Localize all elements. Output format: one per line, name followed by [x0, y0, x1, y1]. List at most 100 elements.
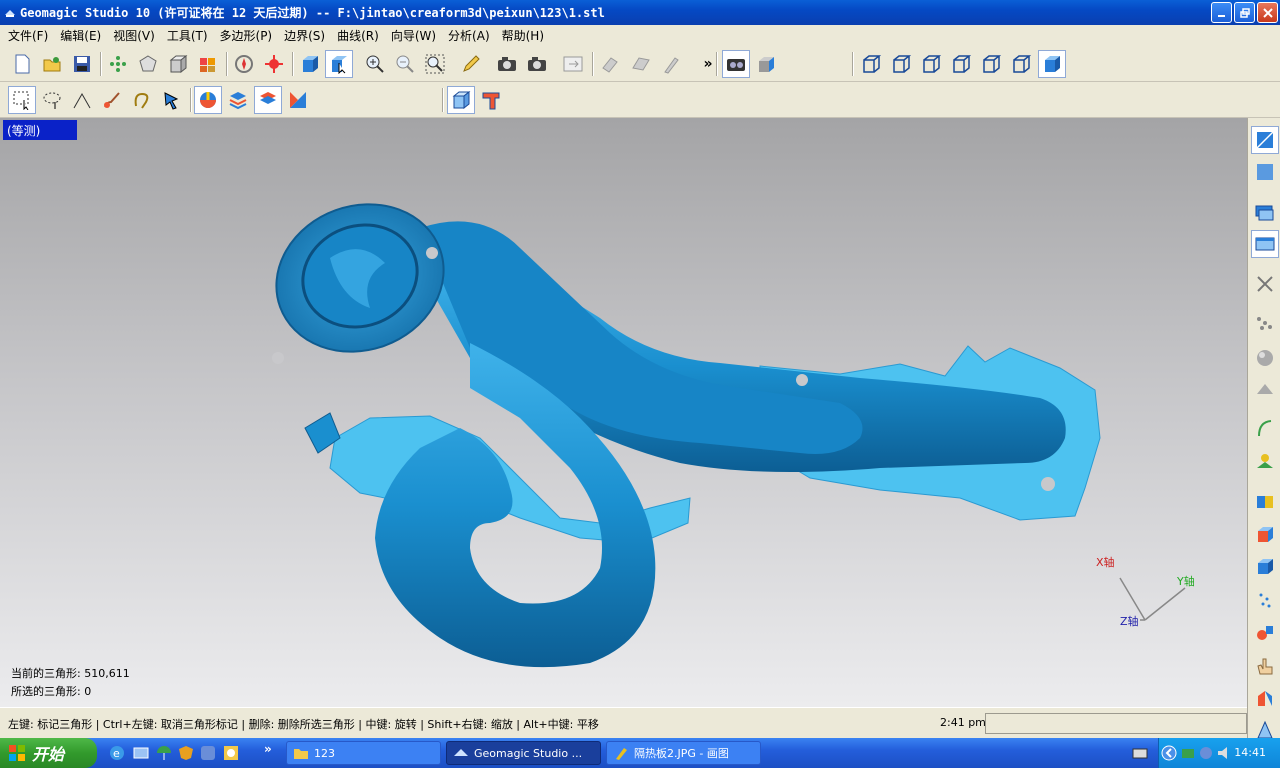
zoom-in-button[interactable] — [361, 50, 389, 78]
save-view-button[interactable] — [523, 50, 551, 78]
start-button[interactable]: 开始 — [0, 738, 97, 768]
disabled-tool-1[interactable] — [597, 50, 625, 78]
view-iso-button[interactable] — [325, 50, 353, 78]
umbrella-icon[interactable] — [156, 745, 172, 761]
clock-app-icon[interactable] — [223, 745, 239, 761]
select-backfaces-button[interactable] — [254, 86, 282, 114]
menu-wizard[interactable]: 向导(W) — [385, 27, 442, 44]
camera-options-button[interactable] — [722, 50, 750, 78]
restore-button[interactable] — [1234, 2, 1255, 23]
desktop-icon[interactable] — [133, 745, 149, 761]
app-launcher-icon[interactable] — [200, 745, 216, 761]
select-through-button[interactable] — [158, 86, 186, 114]
select-layer-button[interactable] — [224, 86, 252, 114]
taskbar-item-geomagic[interactable]: Geomagic Studio ... — [446, 741, 601, 765]
layer-button[interactable] — [752, 50, 780, 78]
new-file-button[interactable] — [8, 50, 36, 78]
cancel-tool-button[interactable] — [1251, 270, 1279, 298]
tray-expand-icon[interactable] — [1161, 745, 1177, 761]
save-button[interactable] — [68, 50, 96, 78]
points-tool-button[interactable] — [1251, 310, 1279, 338]
snapshot-button[interactable] — [493, 50, 521, 78]
layer-tool-2-button[interactable] — [1251, 520, 1279, 548]
x-axis-label: X轴 — [1096, 555, 1115, 569]
polygon-icon — [139, 55, 157, 72]
taskbar-item-paint[interactable]: 隔热板2.JPG - 画图 — [606, 741, 761, 765]
primitive-tool-button[interactable] — [1251, 618, 1279, 646]
select-mode-cube-button[interactable] — [447, 86, 475, 114]
lasso-select-button[interactable] — [38, 86, 66, 114]
disabled-tool-3[interactable] — [657, 50, 685, 78]
export-button[interactable] — [559, 50, 587, 78]
custom-select-button[interactable] — [128, 86, 156, 114]
menu-curves[interactable]: 曲线(R) — [331, 27, 385, 44]
point-tool-button[interactable] — [1251, 586, 1279, 614]
view-cube-5-button[interactable] — [977, 50, 1005, 78]
rectangle-select-button[interactable] — [8, 86, 36, 114]
view-cube-2-button[interactable] — [887, 50, 915, 78]
system-clock: 14:41 — [1234, 746, 1266, 759]
network-icon[interactable] — [1181, 745, 1195, 761]
paintbrush-icon — [104, 92, 120, 108]
view-cube-1-button[interactable] — [857, 50, 885, 78]
point-cloud-button[interactable] — [104, 50, 132, 78]
hand-tool-button[interactable] — [1251, 652, 1279, 680]
taskbar-item-folder[interactable]: 123 — [286, 741, 441, 765]
menu-polygons[interactable]: 多边形(P) — [214, 27, 279, 44]
menu-analysis[interactable]: 分析(A) — [442, 27, 496, 44]
blue-cube-icon — [1045, 56, 1060, 72]
close-button[interactable] — [1257, 2, 1278, 23]
flat-view-button[interactable] — [1251, 158, 1279, 186]
menu-boundary[interactable]: 边界(S) — [278, 27, 331, 44]
line-select-button[interactable] — [68, 86, 96, 114]
windows-logo-icon — [9, 745, 25, 761]
view-cube-6-button[interactable] — [1007, 50, 1035, 78]
menu-file[interactable]: 文件(F) — [2, 27, 54, 44]
keyboard-icon[interactable] — [1132, 746, 1148, 760]
shape-tool-button[interactable] — [1251, 376, 1279, 404]
shape-object-button[interactable] — [164, 50, 192, 78]
layer-tool-3-button[interactable] — [1251, 552, 1279, 580]
volume-icon[interactable] — [1217, 745, 1231, 761]
panel-window-button[interactable] — [1251, 198, 1279, 226]
menu-help[interactable]: 帮助(H) — [496, 27, 550, 44]
system-tray: 14:41 — [1158, 738, 1280, 768]
zoom-out-button[interactable] — [391, 50, 419, 78]
3d-viewport[interactable]: (等测) X轴 Y轴 Z轴 当前的三角形: 510,611 所选的三角形: 0 — [0, 118, 1247, 707]
sphere-tool-button[interactable] — [1251, 344, 1279, 372]
blue-cube-icon — [303, 56, 318, 72]
quicklaunch-overflow[interactable]: » — [264, 742, 272, 756]
security-icon[interactable] — [1199, 745, 1213, 761]
view-front-button[interactable] — [296, 50, 324, 78]
menu-edit[interactable]: 编辑(E) — [54, 27, 107, 44]
menu-view[interactable]: 视图(V) — [107, 27, 161, 44]
disabled-tool-2[interactable] — [627, 50, 655, 78]
zoom-fit-button[interactable] — [421, 50, 449, 78]
paint-select-button[interactable] — [98, 86, 126, 114]
layer-tool-1-button[interactable] — [1251, 488, 1279, 516]
select-arrow-icon — [164, 92, 179, 110]
feature-tool-button[interactable] — [1251, 448, 1279, 476]
curve-tool-button[interactable] — [1251, 414, 1279, 442]
open-file-button[interactable] — [38, 50, 66, 78]
pen-button[interactable] — [457, 50, 485, 78]
polygon-object-button[interactable] — [134, 50, 162, 78]
view-cube-3-button[interactable] — [917, 50, 945, 78]
patches-icon — [200, 58, 215, 72]
menu-tools[interactable]: 工具(T) — [161, 27, 214, 44]
save-icon — [74, 56, 90, 72]
model-manager-button[interactable] — [1251, 230, 1279, 258]
mirror-tool-button[interactable] — [1251, 684, 1279, 712]
select-all-button[interactable] — [284, 86, 312, 114]
view-cube-4-button[interactable] — [947, 50, 975, 78]
select-mode-section-button[interactable] — [477, 86, 505, 114]
shield-icon[interactable] — [178, 745, 194, 761]
minimize-button[interactable] — [1211, 2, 1232, 23]
select-visible-button[interactable] — [194, 86, 222, 114]
ie-icon[interactable]: e — [109, 745, 125, 761]
nurbs-object-button[interactable] — [194, 50, 222, 78]
rotate-center-button[interactable] — [230, 50, 258, 78]
set-rotation-center-button[interactable] — [260, 50, 288, 78]
view-cube-iso-button[interactable] — [1038, 50, 1066, 78]
shaded-view-button[interactable] — [1251, 126, 1279, 154]
